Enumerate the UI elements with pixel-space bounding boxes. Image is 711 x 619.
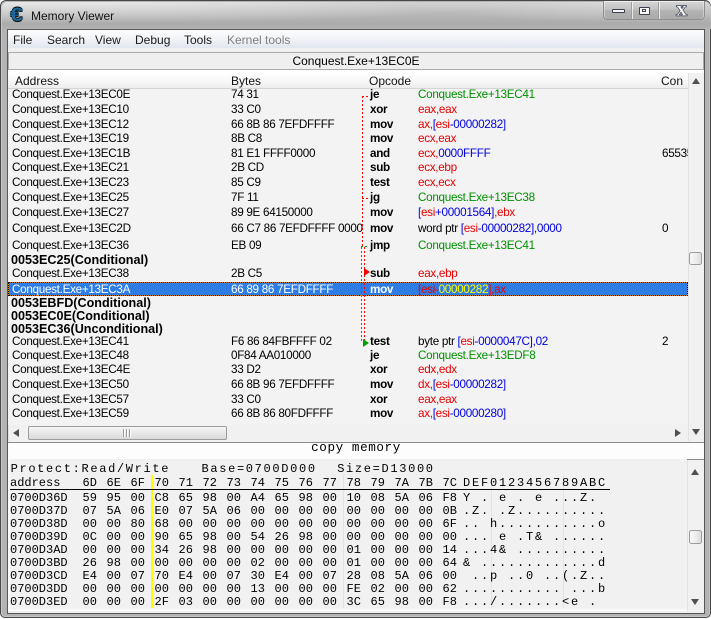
svg-text:X: X	[676, 4, 687, 20]
